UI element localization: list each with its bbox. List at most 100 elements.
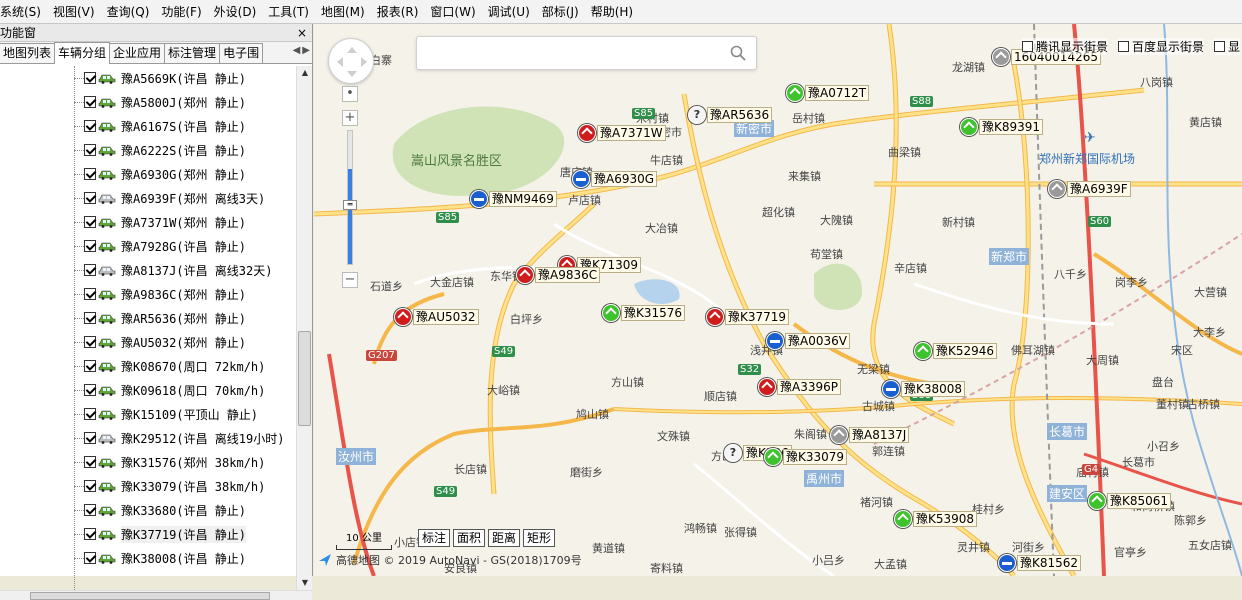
vehicle-checkbox[interactable] xyxy=(84,144,96,156)
vehicle-tree-row[interactable]: 豫A7371W(郑州 静止) xyxy=(74,210,246,234)
vehicle-marker[interactable]: 豫K81562 xyxy=(998,554,1082,572)
vehicle-direction-icon[interactable] xyxy=(764,448,782,466)
menu-item[interactable]: 功能(F) xyxy=(155,1,207,23)
vehicle-marker[interactable]: 豫K38008 xyxy=(882,380,966,398)
vehicle-checkbox[interactable] xyxy=(84,360,96,372)
vehicle-direction-icon[interactable] xyxy=(894,510,912,528)
vehicle-checkbox[interactable] xyxy=(84,96,96,108)
menu-item[interactable]: 视图(V) xyxy=(47,1,101,23)
map-view[interactable]: 白寨米村镇新密市岳村镇龙湖镇八岗镇黄店镇曲梁镇来集镇牛店镇唐庄镇卢店镇大冶镇超化… xyxy=(314,24,1242,576)
vehicle-marker[interactable]: 豫A6939F xyxy=(1048,180,1131,198)
vehicle-direction-icon[interactable] xyxy=(1088,492,1106,510)
vehicle-tree-row[interactable]: 豫A6222S(许昌 静止) xyxy=(74,138,246,162)
scroll-down-icon[interactable]: ▼ xyxy=(297,576,313,590)
menu-item[interactable]: 部标(J) xyxy=(536,1,585,23)
vehicle-marker[interactable]: 豫K89391 xyxy=(960,118,1044,136)
vehicle-direction-icon[interactable] xyxy=(724,444,742,462)
vehicle-marker[interactable]: 豫A0036V xyxy=(766,332,850,350)
tab-1[interactable]: 车辆分组 xyxy=(54,42,111,64)
zoom-control[interactable]: • + ═ − xyxy=(340,86,360,291)
vehicle-plate-label[interactable]: 豫A9836C xyxy=(535,267,601,283)
menu-item[interactable]: 窗口(W) xyxy=(424,1,481,23)
vehicle-tree-row[interactable]: 豫A5669K(许昌 静止) xyxy=(74,66,246,90)
locate-icon[interactable]: • xyxy=(342,86,358,102)
vehicle-direction-icon[interactable] xyxy=(578,124,596,142)
vehicle-marker[interactable]: 豫K33079 xyxy=(764,448,848,466)
zoom-slider-track[interactable] xyxy=(347,130,353,265)
vehicle-plate-label[interactable]: 豫K53908 xyxy=(913,511,978,527)
hscrollbar-thumb[interactable] xyxy=(30,592,270,600)
vehicle-checkbox[interactable] xyxy=(84,72,96,84)
menu-item[interactable]: 报表(R) xyxy=(371,1,425,23)
vehicle-plate-label[interactable]: 豫A0036V xyxy=(785,333,850,349)
vehicle-checkbox[interactable] xyxy=(84,408,96,420)
vehicle-direction-icon[interactable] xyxy=(516,266,534,284)
street-view-option[interactable]: 腾讯显示街景 xyxy=(1022,38,1109,55)
vehicle-direction-icon[interactable] xyxy=(1048,180,1066,198)
vehicle-tree-row[interactable]: 豫K37719(许昌 静止) xyxy=(74,522,247,546)
vehicle-marker[interactable]: 豫K31576 xyxy=(602,304,686,322)
menu-item[interactable]: 帮助(H) xyxy=(585,1,639,23)
vehicle-tree-row[interactable]: 豫A5800J(郑州 静止) xyxy=(74,90,246,114)
vehicle-checkbox[interactable] xyxy=(84,192,96,204)
vehicle-plate-label[interactable]: 豫NM9469 xyxy=(489,191,557,207)
menu-item[interactable]: 外设(D) xyxy=(208,1,263,23)
vehicle-plate-label[interactable]: 豫AR5636 xyxy=(707,107,773,123)
menu-item[interactable]: 调试(U) xyxy=(482,1,536,23)
vehicle-direction-icon[interactable] xyxy=(394,308,412,326)
map-tool-button[interactable]: 距离 xyxy=(488,529,521,547)
pan-control[interactable] xyxy=(328,38,374,84)
vehicle-plate-label[interactable]: 豫K38008 xyxy=(901,381,966,397)
vehicle-marker[interactable]: 豫K85061 xyxy=(1088,492,1172,510)
vehicle-direction-icon[interactable] xyxy=(998,554,1016,572)
vehicle-tree-row[interactable]: 豫A8137J(许昌 离线32天) xyxy=(74,258,272,282)
vehicle-tree-row[interactable]: 豫A6167S(许昌 静止) xyxy=(74,114,246,138)
vehicle-direction-icon[interactable] xyxy=(960,118,978,136)
vehicle-marker[interactable]: 豫A0712T xyxy=(786,84,870,102)
vehicle-checkbox[interactable] xyxy=(84,456,96,468)
vehicle-checkbox[interactable] xyxy=(84,504,96,516)
vehicle-direction-icon[interactable] xyxy=(470,190,488,208)
vehicle-plate-label[interactable]: 豫AU5032 xyxy=(413,309,479,325)
vehicle-plate-label[interactable]: 豫A8137J xyxy=(849,427,910,443)
vehicle-plate-label[interactable]: 豫K52946 xyxy=(933,343,998,359)
vehicle-direction-icon[interactable] xyxy=(882,380,900,398)
vehicle-direction-icon[interactable] xyxy=(688,106,706,124)
vehicle-tree-row[interactable]: 豫K15109(平顶山 静止) xyxy=(74,402,258,426)
vehicle-tree-row[interactable]: 豫A6939F(郑州 离线3天) xyxy=(74,186,265,210)
menu-item[interactable]: 地图(M) xyxy=(315,1,371,23)
vehicle-checkbox[interactable] xyxy=(84,288,96,300)
vehicle-direction-icon[interactable] xyxy=(766,332,784,350)
vehicle-marker[interactable]: 豫A7371W xyxy=(578,124,666,142)
vehicle-checkbox[interactable] xyxy=(84,312,96,324)
vehicle-checkbox[interactable] xyxy=(84,432,96,444)
vehicle-plate-label[interactable]: 豫A7371W xyxy=(597,125,666,141)
vehicle-plate-label[interactable]: 豫K33079 xyxy=(783,449,848,465)
tab-right-icon[interactable]: ▶ xyxy=(302,45,310,56)
vehicle-plate-label[interactable]: 豫K31576 xyxy=(621,305,686,321)
vehicle-marker[interactable]: 豫A3396P xyxy=(758,378,841,396)
vehicle-marker[interactable]: 豫A6930G xyxy=(572,170,658,188)
vehicle-checkbox[interactable] xyxy=(84,528,96,540)
vehicle-tree-row[interactable]: 豫K38008(许昌 静止) xyxy=(74,546,246,570)
vehicle-tree-row[interactable]: 豫K08670(周口 72km/h) xyxy=(74,354,265,378)
vehicle-marker[interactable]: 豫K37719 xyxy=(706,308,790,326)
vehicle-checkbox[interactable] xyxy=(84,336,96,348)
tab-left-icon[interactable]: ◀ xyxy=(293,45,301,56)
vehicle-direction-icon[interactable] xyxy=(992,48,1010,66)
vehicle-marker[interactable]: 豫AR5636 xyxy=(688,106,773,124)
vehicle-tree-row[interactable]: 豫A9836C(郑州 静止) xyxy=(74,282,246,306)
vehicle-direction-icon[interactable] xyxy=(914,342,932,360)
vehicle-direction-icon[interactable] xyxy=(830,426,848,444)
vehicle-checkbox[interactable] xyxy=(84,168,96,180)
street-view-checkbox[interactable] xyxy=(1214,41,1225,52)
vehicle-plate-label[interactable]: 豫A6930G xyxy=(591,171,658,187)
vehicle-direction-icon[interactable] xyxy=(758,378,776,396)
map-tool-button[interactable]: 标注 xyxy=(418,529,451,547)
vehicle-tree-row[interactable]: 豫K29512(许昌 离线19小时) xyxy=(74,426,284,450)
scroll-up-icon[interactable]: ▲ xyxy=(297,66,313,80)
tree-horizontal-scrollbar[interactable] xyxy=(0,590,312,600)
vehicle-plate-label[interactable]: 豫K81562 xyxy=(1017,555,1082,571)
tab-3[interactable]: 标注管理 xyxy=(164,43,221,63)
menu-item[interactable]: 查询(Q) xyxy=(101,1,156,23)
